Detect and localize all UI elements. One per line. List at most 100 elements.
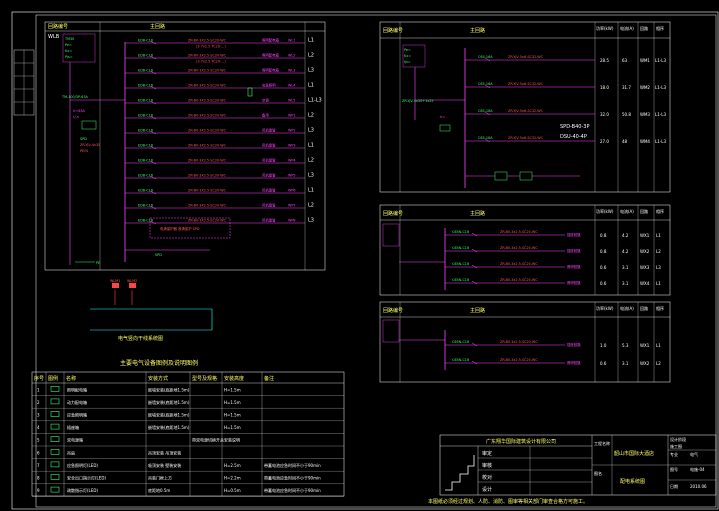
- rt-circuit-a: 31.7: [622, 85, 631, 90]
- legend-no: 7: [37, 463, 40, 468]
- legend-symbol-icon: [50, 486, 60, 493]
- left-circuit-row: EDB-C16 ZR-BV-3X2.5-SC20-WC 备用 WP1 L2: [125, 113, 314, 120]
- project-label: 工程名称: [594, 440, 610, 446]
- left-circuit-desc: 应急照明: [262, 83, 276, 88]
- legend-height: H=0.5m: [224, 488, 241, 493]
- rb-circuit-kw: 1.0: [600, 343, 607, 348]
- left-circuit-row: EDB-C16 ZR-BV-3X2.5-SC20-WC 风机盘管 WP7 L2: [125, 203, 314, 210]
- rt-circuit-a: 50.8: [622, 112, 631, 117]
- drawing-canvas: 回路编号 主回路 WLB TM30 Pe= Kx= Pjs= TM-100/3P…: [11, 11, 719, 510]
- rm-circuit-kw: 0.6: [600, 265, 607, 270]
- left-circuit-cable: ZR-BV-3X2.5-SC20-WC: [188, 129, 227, 133]
- spd-box-label: 电涌保护器 浪涌保护 SPD: [160, 226, 200, 231]
- left-circuit-phase: L3: [308, 128, 314, 134]
- rm-circuit-ph: L2: [656, 249, 661, 254]
- left-circuit-cable2: (3-7x2.5 TC20-...): [196, 60, 226, 64]
- rt-header-col1: 回路编号: [383, 27, 403, 34]
- ground-label: PE: [96, 261, 100, 265]
- svg-text:Pjs=: Pjs=: [65, 55, 73, 59]
- rm-header-col3: 功率(kW): [596, 208, 614, 214]
- svg-text:ZR-YJV-4x35: ZR-YJV-4x35: [80, 143, 100, 147]
- rt-circuit-cable: ZR-YJV-5x6-SC32-WC: [508, 109, 544, 113]
- inner-frame: [35, 14, 717, 508]
- rm-circuit-desc: 插座回路: [567, 248, 581, 253]
- rm-circuit-row: C65N-C16 ZR-BV-3x2.5-SC20-WC 插座回路 0.8 4.2 WX1…: [445, 230, 661, 238]
- left-header-col2: 主回路: [150, 23, 165, 30]
- legend-mount: 嵌墙安装(底距地1.5m): [148, 412, 190, 418]
- left-circuit-breaker: EDB-C16: [138, 189, 153, 193]
- legend-height: H=1.5m: [224, 400, 241, 405]
- rt-circuit-ph: L1-L3: [655, 112, 666, 117]
- legend-mount: 吸顶安装 壁装安装: [148, 462, 181, 468]
- rm-circuit-ph: L1: [656, 281, 661, 286]
- legend-no: 4: [37, 425, 40, 430]
- rb-circuit-desc: 插座回路: [567, 342, 581, 347]
- left-circuit-desc: 空调: [262, 98, 269, 103]
- rt-header-col2: 主回路: [470, 27, 485, 34]
- left-circuit-row: EDB-C16 ZR-BV-3X2.5-SC20-WC (3-7x2.5 TC20-…: [125, 53, 314, 64]
- legend-row: 6 吊扇 吊顶安装 吊顶安装: [37, 448, 181, 455]
- legend-row: 1 照明配电箱 嵌墙安装(底距地1.5m) H=1.5m: [37, 385, 241, 392]
- riser-diagram: WLM1 WLM2 电气竖向干线系统图: [90, 279, 213, 342]
- rt-note-2: DSU-40-4P: [560, 134, 587, 140]
- rb-circuit-a: 5.3: [622, 343, 629, 348]
- rt-header-col3: 功率(kW): [596, 25, 614, 31]
- legend-header-cell: 图例: [48, 375, 58, 382]
- no-label: 图号: [670, 466, 678, 472]
- rt-circuit-cable: ZR-YJV-5x6-SC32-WC: [508, 82, 544, 86]
- left-circuit-id: WP4: [288, 159, 296, 163]
- rt-circuit-row: C65-16A ZR-YJV-5x6-SC32-WC 18.0 31.7 WM2 L1-L…: [465, 82, 666, 90]
- role-4: 设计: [482, 486, 492, 493]
- left-circuit-phase: L1: [308, 83, 314, 89]
- rb-circuit-row: C65N-C16 ZR-BV-3x2.5-SC20-WC 照明回路 0.6 3.1 WX2…: [445, 358, 661, 366]
- legend-name: 疏散指示灯(LED): [67, 487, 98, 493]
- rm-circuit-kw: 0.8: [600, 233, 607, 238]
- rt-circuit-ph: L1-L3: [655, 85, 666, 90]
- rt-circuit-id: WM1: [640, 58, 650, 63]
- left-circuit-id: WP8: [288, 219, 296, 223]
- left-circuit-cable: ZR-BV-3X2.5-SC20-WC: [188, 144, 227, 148]
- rm-circuit-cable: ZR-BV-3x2.5-SC20-WC: [500, 278, 538, 282]
- rm-circuit-id: WX1: [640, 233, 650, 238]
- left-circuit-id: WL3: [288, 69, 295, 73]
- rb-circuit-ph: L1: [656, 343, 661, 348]
- rt-circuit-breaker: C65-16A: [478, 82, 493, 86]
- left-circuit-breaker: EDB-C16: [138, 174, 153, 178]
- left-circuit-cable: ZR-BV-3X2.5-SC20-WC: [188, 174, 227, 178]
- left-circuit-phase: L3: [308, 68, 314, 74]
- legend-name: 插座箱: [67, 424, 79, 430]
- legend-spec: 带双电源切换开关安装说明: [192, 437, 240, 443]
- legend-no: 6: [37, 450, 40, 455]
- left-circuit-phase: L2: [308, 113, 314, 119]
- left-circuit-phase: L2: [308, 203, 314, 209]
- rt-circuit-kw: 28.5: [600, 58, 609, 63]
- rb-header-col2: 主回路: [470, 307, 485, 314]
- legend-symbol-icon: [50, 423, 60, 430]
- rb-circuit-breaker: C65N-C16: [452, 358, 469, 362]
- left-circuit-cable: ZR-BV-3X2.5-SC20-WC: [188, 54, 227, 58]
- left-circuit-id: WP1: [288, 114, 296, 118]
- left-circuit-row: EDB-C16 ZR-BV-3X2.5-SC20-WC 空调 WL5 L1-L3: [125, 98, 322, 105]
- rm-circuit-desc: 照明回路: [567, 280, 581, 285]
- rt-circuit-ph: L1-L3: [655, 139, 666, 144]
- rm-circuit-desc: 照明回路: [567, 264, 581, 269]
- legend-no: 8: [37, 476, 40, 481]
- svg-text:I△n: I△n: [73, 115, 79, 119]
- rt-circuit-cable: ZR-YJV-5x6-SC32-WC: [508, 136, 544, 140]
- left-circuit-breaker: EDB-C16: [138, 204, 153, 208]
- spec-value: 电气: [690, 451, 698, 457]
- rb-circuit-breaker: C65N-C16: [452, 340, 469, 344]
- legend-header-cell: 安装高度: [224, 375, 244, 382]
- rb-header-col6: 相序: [656, 305, 664, 311]
- legend-name: 照明配电箱: [67, 386, 87, 392]
- legend-header-cell: 安装方式: [148, 375, 168, 382]
- left-circuit-desc: 风机盘管: [262, 158, 276, 163]
- footer-note: 本图纸必须经过规划、人防、消防、图审等相关部门审查合格方可施工。: [428, 498, 588, 505]
- left-circuit-breaker: EDB-C16: [138, 144, 153, 148]
- legend-symbol-icon: [50, 474, 60, 480]
- left-circuit-cable: ZR-BV-3X2.5-SC20-WC: [188, 39, 227, 43]
- left-circuit-desc: 照明配电箱: [262, 38, 280, 43]
- rt-circuit-kw: 18.0: [600, 85, 609, 90]
- rb-circuit-ph: L2: [656, 361, 661, 366]
- company-logo: [445, 455, 475, 491]
